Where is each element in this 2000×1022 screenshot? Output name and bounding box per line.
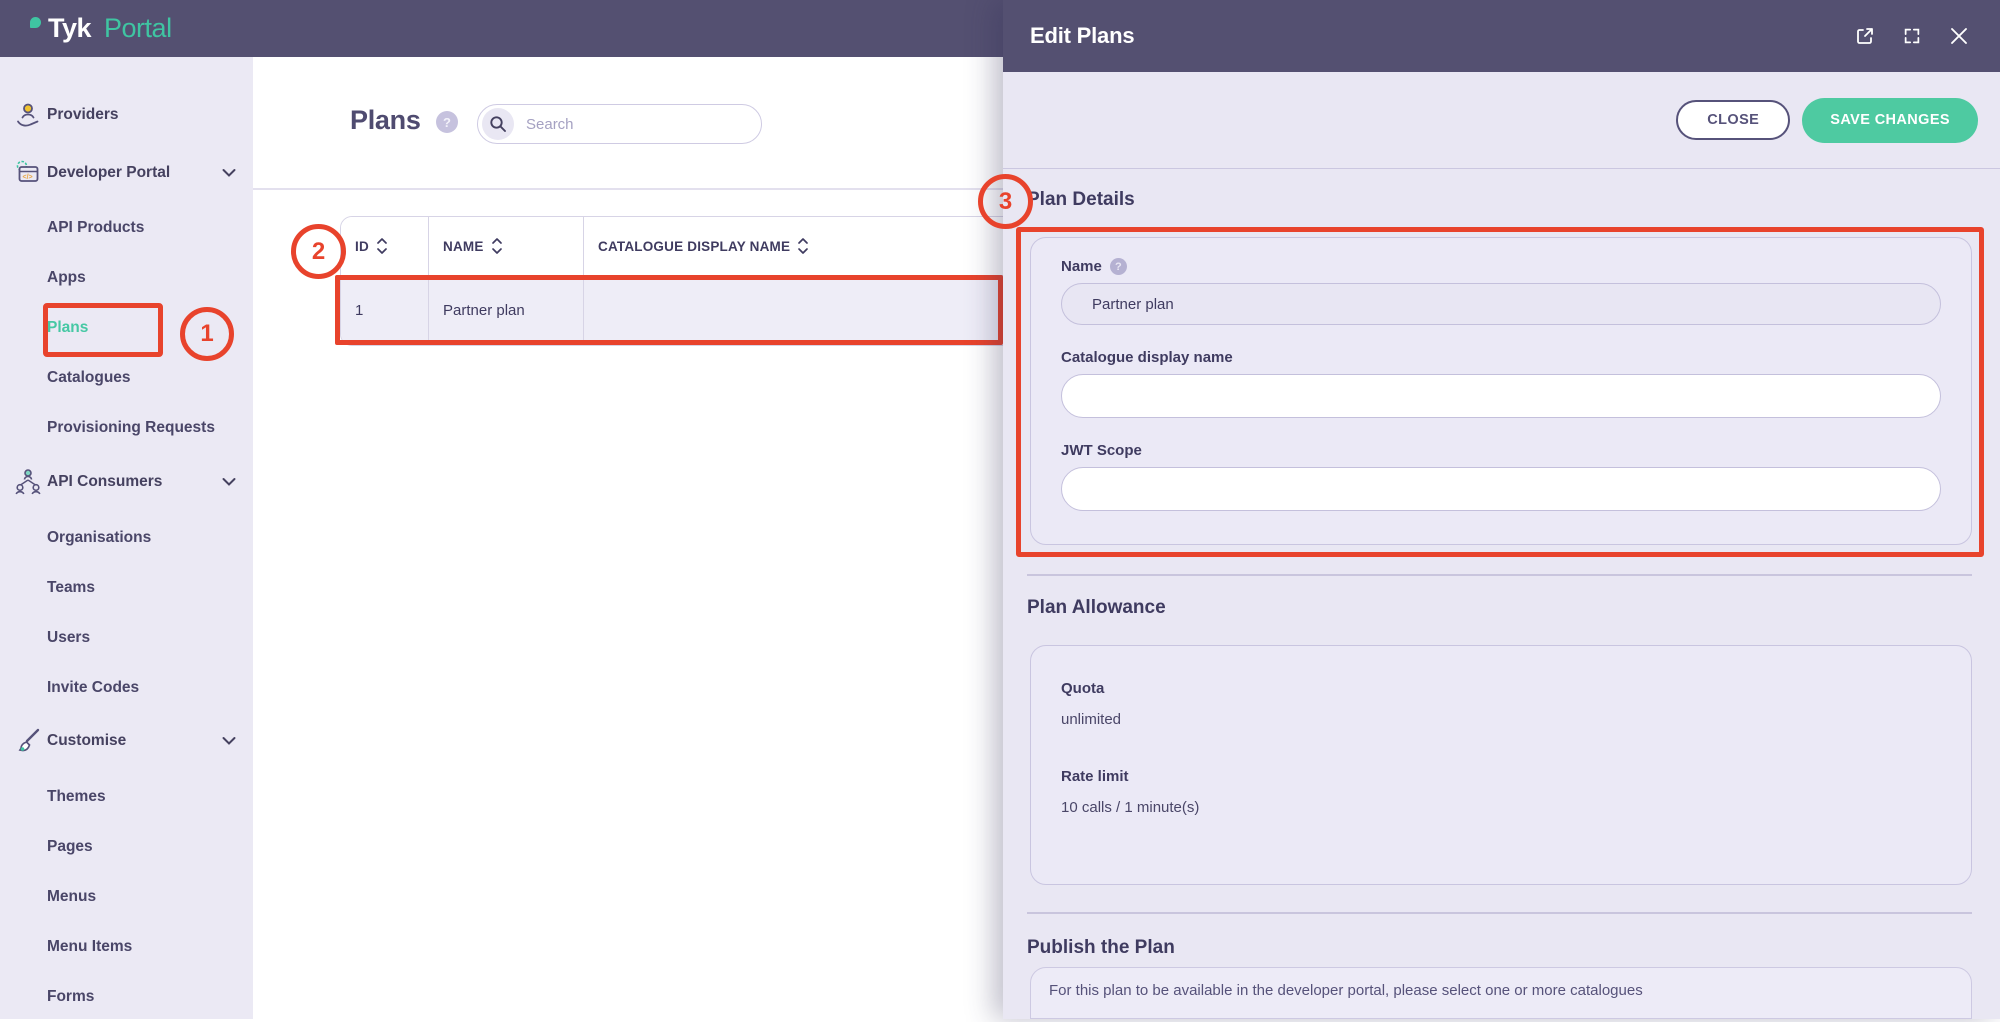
drawer-title: Edit Plans <box>1030 23 1135 48</box>
developer-portal-icon: </> <box>16 160 39 182</box>
sidebar-item-label: Customise <box>47 732 127 749</box>
section-divider <box>1027 912 1972 914</box>
header-divider <box>253 188 1003 190</box>
close-icon[interactable] <box>1948 25 1970 47</box>
svg-text:</>: </> <box>23 174 33 181</box>
sidebar-item-label: Organisations <box>47 529 152 546</box>
sidebar-item-themes[interactable]: Themes <box>0 772 253 822</box>
sidebar-item-api-products[interactable]: API Products <box>0 203 253 253</box>
sidebar-item-label: API Consumers <box>47 473 163 490</box>
save-changes-button[interactable]: SAVE CHANGES <box>1802 97 1978 143</box>
sidebar-item-customise[interactable]: Customise <box>0 716 253 766</box>
drawer-toolbar: CLOSE SAVE CHANGES <box>1003 72 2000 169</box>
sidebar-item-label: API Products <box>47 219 145 236</box>
sidebar-item-pages[interactable]: Pages <box>0 822 253 872</box>
tyk-portal-logo[interactable]: Tyk Portal <box>30 13 172 44</box>
annotation-box-plans <box>43 303 163 357</box>
sidebar-item-label: Teams <box>47 579 95 596</box>
sidebar: Providers </> Developer Portal API Produ… <box>0 57 253 1019</box>
table-header-row: ID NAME CATALOGUE DISPLAY NAME <box>341 217 1039 276</box>
column-header-name[interactable]: NAME <box>429 217 584 275</box>
annotation-step-2: 2 <box>291 224 346 279</box>
sidebar-item-label: Apps <box>47 269 86 286</box>
publish-plan-card: For this plan to be available in the dev… <box>1030 967 1972 1019</box>
sidebar-item-catalogues[interactable]: Catalogues <box>0 353 253 403</box>
annotation-box-table-row <box>335 275 1003 345</box>
sidebar-item-label: Developer Portal <box>47 164 171 181</box>
sidebar-item-providers[interactable]: Providers <box>0 90 253 140</box>
sidebar-item-label: Menu Items <box>47 938 133 955</box>
annotation-step-3: 3 <box>978 174 1033 229</box>
chevron-down-icon[interactable] <box>222 737 236 746</box>
sidebar-item-label: Invite Codes <box>47 679 140 696</box>
sort-icon[interactable] <box>797 237 809 255</box>
chevron-down-icon[interactable] <box>222 169 236 178</box>
plan-allowance-heading: Plan Allowance <box>1027 597 1166 618</box>
annotation-box-plan-details <box>1016 227 1984 557</box>
sidebar-item-label: Provisioning Requests <box>47 419 215 436</box>
sidebar-item-provisioning-requests[interactable]: Provisioning Requests <box>0 403 253 453</box>
search-box[interactable] <box>477 104 762 144</box>
close-button[interactable]: CLOSE <box>1676 100 1791 140</box>
column-header-id[interactable]: ID <box>341 217 429 275</box>
rate-limit-label: Rate limit <box>1061 768 1129 785</box>
page-title: Plans <box>350 105 421 135</box>
publish-plan-heading: Publish the Plan <box>1027 937 1175 958</box>
logo-text-secondary: Portal <box>104 13 172 43</box>
search-icon-circle <box>482 108 514 140</box>
chevron-down-icon[interactable] <box>222 478 236 487</box>
section-divider <box>1027 574 1972 576</box>
customise-icon <box>18 728 40 752</box>
sidebar-item-label: Users <box>47 629 91 646</box>
sidebar-item-teams[interactable]: Teams <box>0 563 253 613</box>
rate-limit-value: 10 calls / 1 minute(s) <box>1061 799 1200 816</box>
plans-help-icon[interactable]: ? <box>436 111 458 133</box>
annotation-step-1: 1 <box>180 307 234 361</box>
open-in-new-window-icon[interactable] <box>1854 25 1876 47</box>
sidebar-item-apps[interactable]: Apps <box>0 253 253 303</box>
sidebar-item-label: Providers <box>47 106 119 123</box>
sidebar-item-api-consumers[interactable]: API Consumers <box>0 457 253 507</box>
column-header-catalogue-display-name[interactable]: CATALOGUE DISPLAY NAME <box>584 217 1039 275</box>
sidebar-item-forms[interactable]: Forms <box>0 972 253 1022</box>
sidebar-item-label: Pages <box>47 838 93 855</box>
sidebar-item-users[interactable]: Users <box>0 613 253 663</box>
sidebar-item-label: Catalogues <box>47 369 131 386</box>
logo-text-primary: Tyk <box>48 13 92 43</box>
sort-icon[interactable] <box>376 237 388 255</box>
sidebar-item-label: Forms <box>47 988 95 1005</box>
sidebar-item-developer-portal[interactable]: </> Developer Portal <box>0 148 253 198</box>
sidebar-item-label: Menus <box>47 888 97 905</box>
search-input[interactable] <box>526 115 736 133</box>
sidebar-item-menu-items[interactable]: Menu Items <box>0 922 253 972</box>
drawer-header: Edit Plans <box>1003 0 2000 72</box>
plan-allowance-card: Quota unlimited Rate limit 10 calls / 1 … <box>1030 645 1972 885</box>
column-label: CATALOGUE DISPLAY NAME <box>598 238 791 254</box>
search-icon <box>490 116 506 132</box>
quota-label: Quota <box>1061 680 1105 697</box>
column-label: NAME <box>443 238 484 254</box>
sidebar-item-invite-codes[interactable]: Invite Codes <box>0 663 253 713</box>
plans-page: Plans ? ID NAME <box>253 57 1040 1019</box>
plan-details-heading: Plan Details <box>1027 189 1135 210</box>
sidebar-item-menus[interactable]: Menus <box>0 872 253 922</box>
publish-plan-description: For this plan to be available in the dev… <box>1049 982 1643 999</box>
quota-value: unlimited <box>1061 711 1122 728</box>
sidebar-item-label: Themes <box>47 788 106 805</box>
sort-icon[interactable] <box>491 237 503 255</box>
tyk-leaf-icon <box>30 17 41 28</box>
providers-icon <box>17 103 39 127</box>
fullscreen-icon[interactable] <box>1902 26 1922 46</box>
column-label: ID <box>355 238 369 254</box>
sidebar-item-organisations[interactable]: Organisations <box>0 513 253 563</box>
api-consumers-icon <box>15 469 41 495</box>
